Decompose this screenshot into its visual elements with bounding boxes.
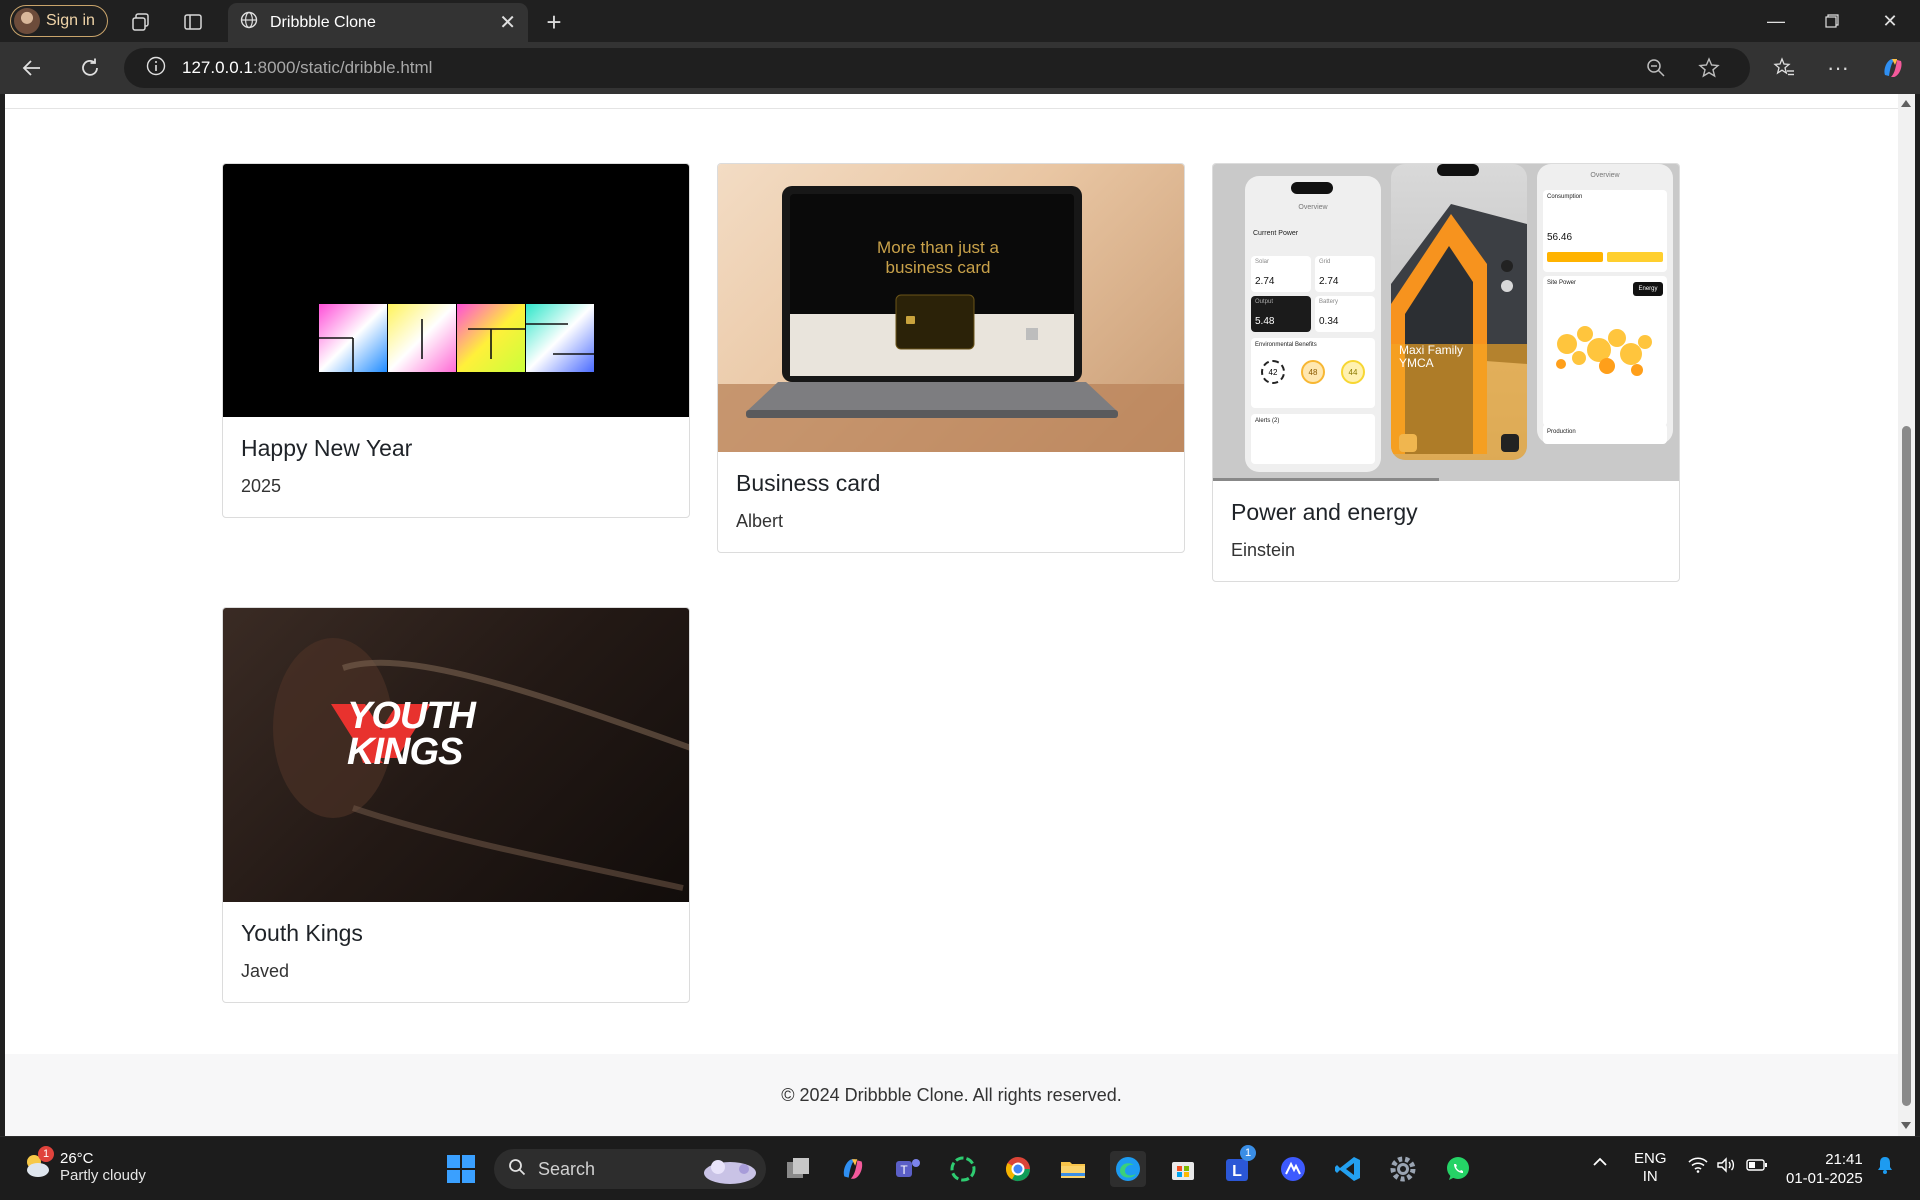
settings-gear-icon[interactable] bbox=[1385, 1151, 1421, 1187]
tab-actions-icon[interactable] bbox=[180, 9, 206, 35]
search-highlight-icon bbox=[698, 1155, 760, 1190]
url-text: 127.0.0.1:8000/static/dribble.html bbox=[182, 58, 433, 77]
shot-author: Einstein bbox=[1231, 540, 1296, 560]
shot-card-youth-kings[interactable]: YOUTH KINGS Youth Kings Javed bbox=[222, 607, 690, 1003]
youth-kings-logo-text: YOUTH KINGS bbox=[347, 695, 476, 773]
shot-title[interactable]: Happy New Year bbox=[241, 435, 671, 462]
edge-icon[interactable] bbox=[1110, 1151, 1146, 1187]
shot-author: Albert bbox=[736, 511, 784, 531]
shot-thumbnail[interactable]: More than just a business card bbox=[718, 164, 1184, 452]
profile-button[interactable]: Sign in bbox=[10, 5, 108, 37]
globe-icon bbox=[240, 11, 258, 34]
scrollbar-thumb[interactable] bbox=[1902, 426, 1911, 1106]
weather-temp: 26°C bbox=[60, 1150, 94, 1167]
shot-card-business-card[interactable]: More than just a business card Business … bbox=[717, 163, 1185, 553]
show-hidden-icons[interactable] bbox=[1592, 1155, 1608, 1173]
address-bar-row: 127.0.0.1:8000/static/dribble.html ··· bbox=[0, 42, 1920, 94]
shot-author: 2025 bbox=[241, 476, 282, 496]
wifi-icon[interactable] bbox=[1688, 1157, 1708, 1177]
chrome-icon[interactable] bbox=[1000, 1151, 1036, 1187]
back-icon[interactable] bbox=[18, 54, 46, 82]
weather-badge: 1 bbox=[38, 1146, 54, 1162]
shot-card-body: Youth Kings Javed bbox=[223, 902, 689, 1002]
refresh-icon[interactable] bbox=[76, 54, 104, 82]
copilot-icon[interactable] bbox=[1878, 53, 1908, 83]
page-footer: © 2024 Dribbble Clone. All rights reserv… bbox=[5, 1054, 1898, 1136]
restore-icon[interactable] bbox=[1816, 6, 1848, 36]
taskbar-search[interactable]: Search bbox=[494, 1149, 766, 1189]
weather-desc: Partly cloudy bbox=[60, 1167, 146, 1184]
business-card-headline: More than just a business card bbox=[877, 238, 999, 277]
favorite-star-icon[interactable] bbox=[1698, 57, 1720, 84]
browser-tab-bar: Sign in Dribbble Clone ✕ + — ✕ bbox=[0, 0, 1920, 42]
shot-thumbnail[interactable]: YOUTH KINGS bbox=[223, 608, 689, 902]
microsoft-store-icon[interactable] bbox=[1165, 1151, 1201, 1187]
shot-card-body: Power and energy Einstein bbox=[1213, 481, 1679, 581]
vscode-icon[interactable] bbox=[1330, 1151, 1366, 1187]
minimize-icon[interactable]: — bbox=[1760, 6, 1792, 36]
profile-label: Sign in bbox=[46, 12, 95, 29]
zoom-icon[interactable] bbox=[1646, 58, 1666, 83]
laptop-mockup-artwork bbox=[718, 186, 1184, 452]
teams-icon[interactable]: T bbox=[890, 1151, 926, 1187]
close-window-icon[interactable]: ✕ bbox=[1874, 6, 1906, 36]
energy-phone-right: Overview Consumption 56.46 Site Power En… bbox=[1537, 164, 1673, 444]
shot-author: Javed bbox=[241, 961, 290, 981]
url-field[interactable]: 127.0.0.1:8000/static/dribble.html bbox=[124, 48, 1750, 88]
vpn-app-icon[interactable] bbox=[1275, 1151, 1311, 1187]
site-info-icon[interactable] bbox=[146, 56, 166, 81]
l-app-icon[interactable]: L 1 bbox=[1220, 1145, 1256, 1187]
search-label: Search bbox=[538, 1158, 596, 1179]
energy-phone-left: Overview Current Power Solar 2.74 Grid 2… bbox=[1245, 176, 1381, 472]
header-divider bbox=[5, 108, 1898, 109]
scroll-up-icon[interactable] bbox=[1901, 100, 1911, 107]
copilot-taskbar-icon[interactable] bbox=[835, 1151, 871, 1187]
page-viewport: Happy New Year 2025 More than just a bus… bbox=[5, 94, 1898, 1136]
new-tab-icon[interactable]: + bbox=[540, 7, 568, 37]
shot-card-body: Business card Albert bbox=[718, 452, 1184, 552]
language-indicator[interactable]: ENG IN bbox=[1634, 1150, 1667, 1186]
avatar bbox=[14, 8, 40, 34]
favorites-icon[interactable] bbox=[1770, 54, 1798, 82]
svg-text:T: T bbox=[900, 1163, 908, 1177]
tab-dribbble-clone[interactable]: Dribbble Clone ✕ bbox=[228, 3, 528, 42]
shot-card-body: Happy New Year 2025 bbox=[223, 417, 689, 517]
notification-badge: 1 bbox=[1240, 1145, 1256, 1161]
svg-text:L: L bbox=[1232, 1163, 1242, 1180]
battery-icon[interactable] bbox=[1746, 1158, 1768, 1176]
energy-phone-middle: Maxi Family YMCA bbox=[1391, 164, 1527, 460]
shot-card-power-and-energy[interactable]: Overview Current Power Solar 2.74 Grid 2… bbox=[1212, 163, 1680, 582]
weather-cloud-icon: 1 bbox=[22, 1146, 54, 1180]
page-scrollbar[interactable] bbox=[1898, 94, 1915, 1136]
whatsapp-icon[interactable] bbox=[1440, 1151, 1476, 1187]
weather-widget[interactable]: 1 26°C Partly cloudy bbox=[22, 1146, 146, 1184]
new-year-artwork bbox=[319, 304, 594, 372]
notifications-bell-icon[interactable] bbox=[1876, 1155, 1894, 1179]
shot-thumbnail[interactable]: Overview Current Power Solar 2.74 Grid 2… bbox=[1213, 164, 1679, 481]
shot-title[interactable]: Youth Kings bbox=[241, 920, 671, 947]
search-icon bbox=[508, 1158, 526, 1181]
scroll-down-icon[interactable] bbox=[1901, 1122, 1911, 1129]
task-view-icon[interactable] bbox=[780, 1151, 816, 1187]
tab-title: Dribbble Clone bbox=[270, 13, 376, 31]
shot-thumbnail[interactable] bbox=[223, 164, 689, 417]
windows-start-icon[interactable] bbox=[443, 1151, 479, 1187]
windows-taskbar: 1 26°C Partly cloudy Search T L 1 ENG IN… bbox=[0, 1136, 1920, 1200]
volume-icon[interactable] bbox=[1716, 1157, 1736, 1177]
close-tab-icon[interactable]: ✕ bbox=[499, 10, 516, 35]
clock[interactable]: 21:41 01-01-2025 bbox=[1786, 1150, 1863, 1188]
shot-title[interactable]: Business card bbox=[736, 470, 1166, 497]
shot-card-happy-new-year[interactable]: Happy New Year 2025 bbox=[222, 163, 690, 518]
green-circle-app-icon[interactable] bbox=[945, 1151, 981, 1187]
workspaces-icon[interactable] bbox=[128, 9, 154, 35]
more-options-icon[interactable]: ··· bbox=[1824, 54, 1852, 82]
footer-copyright: © 2024 Dribbble Clone. All rights reserv… bbox=[781, 1084, 1122, 1105]
shot-title[interactable]: Power and energy bbox=[1231, 499, 1661, 526]
file-explorer-icon[interactable] bbox=[1055, 1151, 1091, 1187]
